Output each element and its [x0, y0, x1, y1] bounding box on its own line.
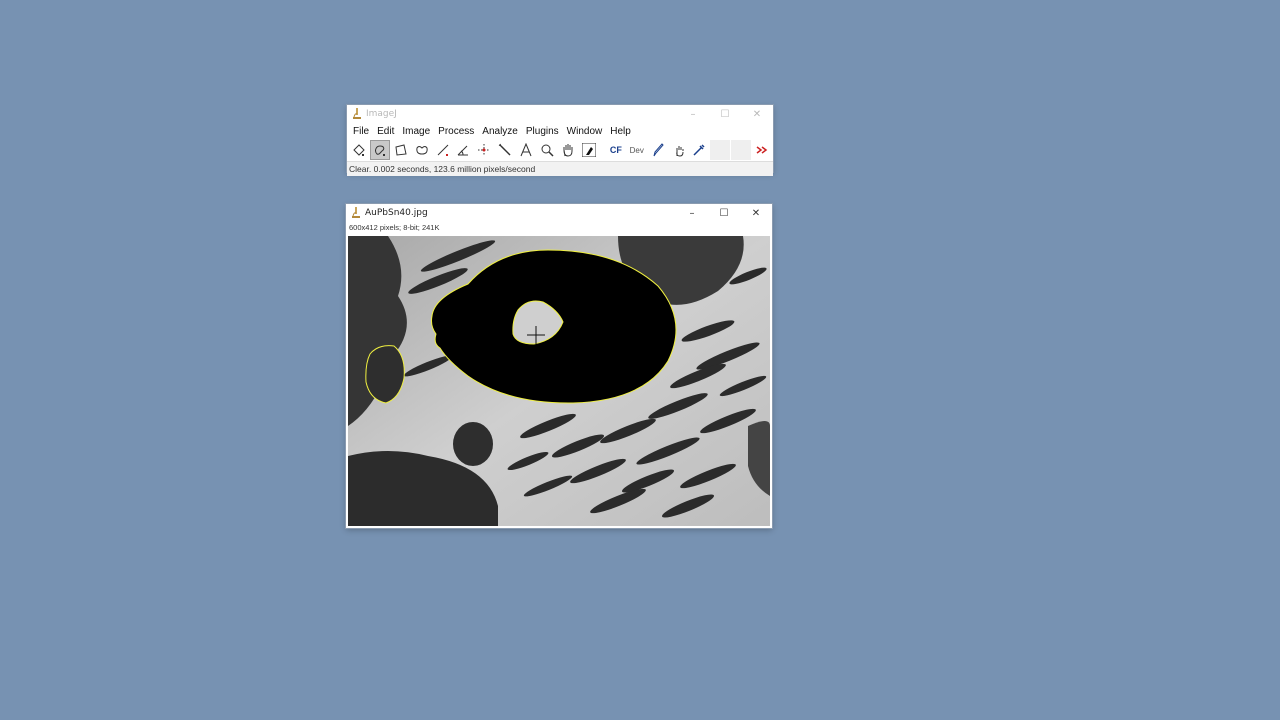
freehand-tool-icon[interactable]	[369, 140, 390, 160]
cf-tool-label: CF	[609, 145, 622, 155]
oval-tool-icon[interactable]	[412, 140, 432, 160]
hand-pointer-tool-icon[interactable]	[669, 140, 689, 160]
minimize-icon[interactable]: –	[677, 105, 709, 123]
empty-slot-1[interactable]	[710, 140, 731, 160]
desktop: { "imagej": { "title": "ImageJ", "menu":…	[0, 0, 1280, 720]
color-picker-tool-icon[interactable]	[579, 140, 599, 160]
hand-tool-icon[interactable]	[558, 140, 578, 160]
image-titlebar[interactable]: AuPbSn40.jpg – ☐ ✕	[346, 204, 772, 222]
menu-edit[interactable]: Edit	[373, 126, 398, 137]
imagej-titlebar[interactable]: ImageJ – ☐ ✕	[347, 105, 773, 123]
menu-file[interactable]: File	[349, 126, 373, 137]
more-tools-icon[interactable]	[752, 140, 772, 160]
status-bar: Clear. 0.002 seconds, 123.6 million pixe…	[347, 161, 773, 176]
menu-help[interactable]: Help	[606, 126, 635, 137]
menu-analyze[interactable]: Analyze	[478, 126, 522, 137]
rectangle-tool-icon[interactable]	[349, 140, 369, 160]
magnifier-tool-icon[interactable]	[537, 140, 557, 160]
imagej-title: ImageJ	[366, 109, 397, 119]
micrograph-image	[348, 236, 770, 526]
angle-tool-icon[interactable]	[454, 140, 474, 160]
menu-process[interactable]: Process	[434, 126, 478, 137]
close-icon[interactable]: ✕	[740, 204, 772, 222]
dev-tool-label: Dev	[629, 145, 644, 155]
line-tool-icon[interactable]	[433, 140, 453, 160]
text-tool-icon[interactable]	[516, 140, 536, 160]
image-info: 600x412 pixels; 8-bit; 241K	[349, 223, 440, 232]
imagej-main-window: ImageJ – ☐ ✕ File Edit Image Process Ana…	[347, 105, 773, 176]
empty-slot-2[interactable]	[731, 140, 752, 160]
image-title: AuPbSn40.jpg	[365, 208, 428, 218]
menu-window[interactable]: Window	[563, 126, 607, 137]
maximize-icon[interactable]: ☐	[709, 105, 741, 123]
menu-image[interactable]: Image	[398, 126, 434, 137]
close-icon[interactable]: ✕	[741, 105, 773, 123]
point-tool-icon[interactable]	[474, 140, 494, 160]
microscope-icon	[353, 108, 361, 119]
pipette-tool-icon[interactable]	[690, 140, 710, 160]
minimize-icon[interactable]: –	[676, 204, 708, 222]
imagej-toolbar: CF Dev	[347, 139, 773, 161]
image-canvas[interactable]	[348, 236, 770, 526]
brush-tool-icon[interactable]	[648, 140, 668, 160]
microscope-icon	[352, 207, 360, 218]
menu-plugins[interactable]: Plugins	[522, 126, 563, 137]
imagej-menubar: File Edit Image Process Analyze Plugins …	[347, 123, 773, 139]
cf-tool[interactable]: CF	[606, 140, 626, 160]
wand-tool-icon[interactable]	[495, 140, 515, 160]
dev-tool[interactable]: Dev	[627, 140, 647, 160]
maximize-icon[interactable]: ☐	[708, 204, 740, 222]
image-window: AuPbSn40.jpg – ☐ ✕ 600x412 pixels; 8-bit…	[346, 204, 772, 528]
polygon-tool-icon[interactable]	[391, 140, 411, 160]
